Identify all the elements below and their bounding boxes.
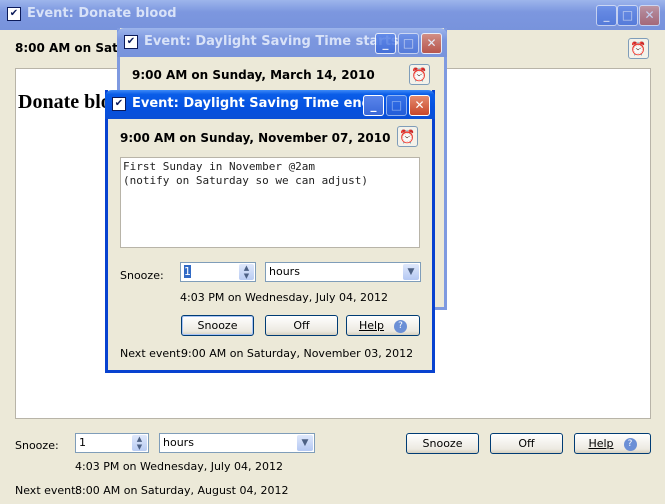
help-button[interactable]: Help? [574, 433, 651, 454]
off-button[interactable]: Off [490, 433, 563, 454]
chevron-down-icon[interactable]: ▼ [297, 435, 313, 451]
help-label: Help [588, 437, 614, 450]
help-button[interactable]: Help? [346, 315, 420, 336]
alarm-clock-icon[interactable]: ⏰ [409, 64, 430, 85]
title-bar[interactable]: ✔ Event: Daylight Saving Time ends _ □ ✕ [105, 90, 435, 119]
window-title: Event: Daylight Saving Time starts [144, 34, 399, 49]
notes-line: First Sunday in November @2am [123, 160, 316, 173]
snooze-unit-select[interactable]: hours ▼ [159, 433, 315, 453]
minimize-button[interactable]: _ [375, 33, 396, 54]
snooze-label: Snooze: [120, 269, 164, 282]
snooze-unit-value: hours [269, 265, 300, 278]
title-bar[interactable]: ✔ Event: Daylight Saving Time starts _ □… [117, 28, 447, 57]
title-bar[interactable]: ✔ Event: Donate blood _ □ ✕ [0, 0, 665, 30]
next-event-value: 8:00 AM on Saturday, August 04, 2012 [75, 484, 289, 497]
alarm-clock-icon[interactable]: ⏰ [397, 126, 418, 147]
close-button[interactable]: ✕ [639, 5, 660, 26]
minimize-button[interactable]: _ [596, 5, 617, 26]
dst-ends-window: ✔ Event: Daylight Saving Time ends _ □ ✕… [105, 90, 435, 373]
help-icon: ? [394, 319, 408, 333]
snooze-amount-input[interactable]: 1 ▲ ▼ [75, 433, 149, 453]
snooze-unit-select[interactable]: hours ▼ [265, 262, 421, 282]
notes-textarea[interactable]: First Sunday in November @2am (notify on… [120, 157, 420, 248]
snooze-amount-input[interactable]: 1 ▲ ▼ [180, 262, 256, 282]
snooze-amount-value: 1 [184, 265, 191, 278]
spin-buttons[interactable]: ▲ ▼ [132, 435, 147, 451]
snooze-until: 4:03 PM on Wednesday, July 04, 2012 [75, 460, 283, 473]
close-button[interactable]: ✕ [409, 95, 430, 116]
maximize-button[interactable]: □ [617, 5, 638, 26]
next-event-value: 9:00 AM on Saturday, November 03, 2012 [181, 347, 414, 360]
notes-line: (notify on Saturday so we can adjust) [123, 174, 369, 187]
chevron-down-icon[interactable]: ▼ [403, 264, 419, 280]
off-button[interactable]: Off [265, 315, 338, 336]
snooze-button[interactable]: Snooze [181, 315, 254, 336]
snooze-amount-value: 1 [79, 436, 86, 449]
window-title: Event: Donate blood [27, 6, 177, 21]
snooze-unit-value: hours [163, 436, 194, 449]
snooze-label: Snooze: [15, 439, 59, 452]
minimize-button[interactable]: _ [363, 95, 384, 116]
next-event-label: Next event: [120, 347, 185, 360]
alarm-clock-icon[interactable]: ⏰ [628, 38, 649, 59]
window-title: Event: Daylight Saving Time ends [132, 96, 379, 111]
next-event-label: Next event: [15, 484, 80, 497]
maximize-button[interactable]: □ [386, 95, 407, 116]
event-datetime: 9:00 AM on Sunday, March 14, 2010 [132, 68, 375, 82]
event-datetime: 9:00 AM on Sunday, November 07, 2010 [120, 131, 391, 145]
checkbox-icon: ✔ [7, 7, 21, 21]
snooze-button[interactable]: Snooze [406, 433, 479, 454]
spin-buttons[interactable]: ▲ ▼ [239, 264, 254, 280]
close-button[interactable]: ✕ [421, 33, 442, 54]
checkbox-icon: ✔ [124, 35, 138, 49]
help-icon: ? [623, 437, 637, 451]
maximize-button[interactable]: □ [398, 33, 419, 54]
checkbox-icon: ✔ [112, 97, 126, 111]
help-label: Help [358, 319, 385, 332]
snooze-until: 4:03 PM on Wednesday, July 04, 2012 [180, 291, 388, 304]
